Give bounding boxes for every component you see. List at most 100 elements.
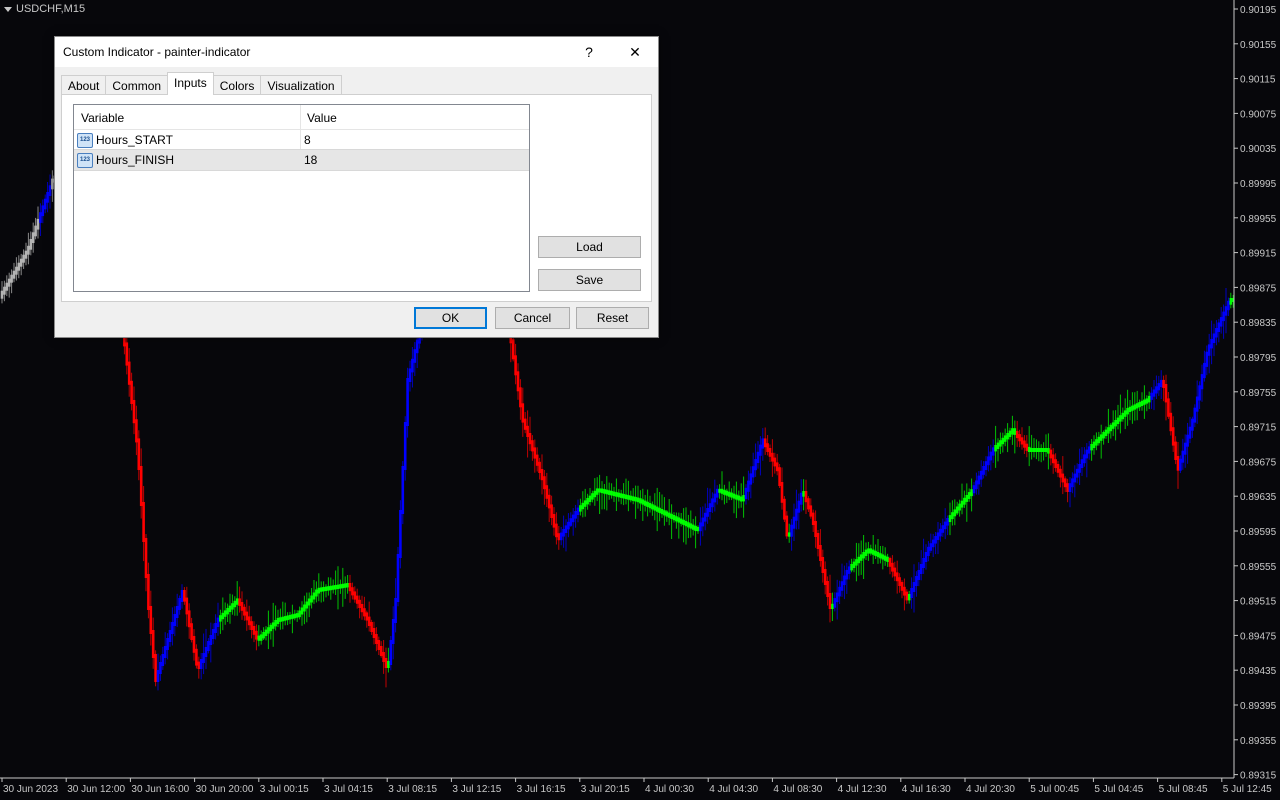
ok-button[interactable]: OK <box>414 307 487 329</box>
price-bar <box>377 640 381 650</box>
price-bar <box>917 570 921 580</box>
price-bar <box>1080 459 1084 468</box>
price-bar <box>1090 444 1093 451</box>
price-bar <box>819 545 822 561</box>
price-bar <box>711 498 714 508</box>
price-bar <box>919 564 923 574</box>
price-bar <box>300 607 304 615</box>
table-row[interactable]: 123 Hours_FINISH 18 <box>74 149 529 171</box>
price-bar <box>36 218 40 230</box>
price-bar <box>521 403 525 423</box>
dropdown-triangle-icon[interactable] <box>4 6 12 12</box>
price-bar <box>1023 440 1026 448</box>
price-bar <box>1207 344 1211 356</box>
price-bar <box>922 558 925 568</box>
price-bar <box>1126 408 1129 415</box>
price-bar <box>247 616 251 626</box>
time-tick-label: 3 Jul 20:15 <box>581 784 630 795</box>
number-type-icon: 123 <box>77 133 93 148</box>
price-bar <box>612 491 616 497</box>
price-bar <box>396 554 400 602</box>
symbol-label[interactable]: USDCHF,M15 <box>4 3 85 15</box>
inputs-grid[interactable]: Variable Value 123 Hours_START 8 123 Hou… <box>73 104 530 292</box>
price-bar <box>1099 434 1103 441</box>
price-bar <box>718 488 721 493</box>
price-bar <box>963 497 966 505</box>
price-bar <box>684 521 688 527</box>
price-bar <box>699 522 702 532</box>
price-bar <box>154 654 157 682</box>
time-tick-label: 4 Jul 08:30 <box>773 784 822 795</box>
load-button[interactable]: Load <box>538 236 641 258</box>
tab-inputs[interactable]: Inputs <box>167 72 214 95</box>
price-bar <box>622 493 625 499</box>
price-bar <box>1167 398 1170 417</box>
price-bar <box>1027 446 1031 452</box>
price-bar <box>775 462 779 472</box>
price-bar <box>1224 306 1228 316</box>
price-bar <box>1104 429 1108 436</box>
tab-colors[interactable]: Colors <box>212 75 262 95</box>
price-bar <box>286 615 289 621</box>
header-value[interactable]: Value <box>307 111 337 125</box>
dialog-titlebar[interactable]: Custom Indicator - painter-indicator ? ✕ <box>55 37 658 67</box>
price-bar <box>1229 298 1233 305</box>
price-bar <box>675 516 678 522</box>
price-bar <box>1039 448 1043 452</box>
close-icon[interactable]: ✕ <box>615 40 655 64</box>
price-bar <box>243 606 246 616</box>
time-tick-label: 5 Jul 04:45 <box>1094 784 1143 795</box>
price-bar <box>41 205 45 217</box>
price-bar <box>147 574 150 610</box>
price-bar <box>1083 454 1086 464</box>
price-bar <box>660 509 664 515</box>
price-bar <box>211 629 215 639</box>
price-bar <box>1157 383 1161 391</box>
price-bar <box>187 610 191 628</box>
price-bar <box>631 496 635 501</box>
price-bar <box>1087 446 1091 454</box>
variable-value[interactable]: 8 <box>304 133 311 147</box>
price-bar <box>538 461 541 473</box>
price-bar <box>951 512 954 520</box>
price-bar <box>209 635 213 645</box>
price-bar <box>1215 328 1218 338</box>
header-variable[interactable]: Variable <box>81 111 124 125</box>
price-bar <box>5 282 9 291</box>
price-bar <box>773 457 777 467</box>
price-bar <box>874 550 877 556</box>
price-bar <box>540 469 544 481</box>
price-bar <box>175 606 179 618</box>
price-bar <box>1011 428 1014 435</box>
price-bar <box>634 496 637 502</box>
price-bar <box>696 527 700 532</box>
price-bar <box>747 480 750 492</box>
price-bar <box>10 274 13 283</box>
price-bar <box>708 503 712 512</box>
price-bar <box>723 489 726 495</box>
tab-about[interactable]: About <box>61 75 107 95</box>
price-bar <box>756 451 760 463</box>
variable-value[interactable]: 18 <box>304 153 317 167</box>
help-button[interactable]: ? <box>569 40 609 64</box>
price-bar <box>732 493 736 499</box>
price-bar <box>891 562 894 572</box>
price-bar <box>399 510 402 558</box>
price-bar <box>312 592 316 600</box>
table-row[interactable]: 123 Hours_START 8 <box>74 130 529 150</box>
price-tick-label: 0.89635 <box>1240 492 1277 503</box>
price-bar <box>245 611 249 621</box>
tab-visualization[interactable]: Visualization <box>260 75 342 95</box>
reset-button[interactable]: Reset <box>576 307 649 329</box>
price-bar <box>1186 434 1189 447</box>
price-bar <box>567 521 570 530</box>
price-bar <box>900 582 904 591</box>
price-bar <box>250 621 253 630</box>
cancel-button[interactable]: Cancel <box>495 307 570 329</box>
price-bar <box>1111 422 1115 429</box>
tab-common[interactable]: Common <box>105 75 169 95</box>
time-tick-label: 30 Jun 2023 <box>3 784 58 795</box>
save-button[interactable]: Save <box>538 269 641 291</box>
price-bar <box>720 488 724 494</box>
price-bar <box>653 505 657 511</box>
